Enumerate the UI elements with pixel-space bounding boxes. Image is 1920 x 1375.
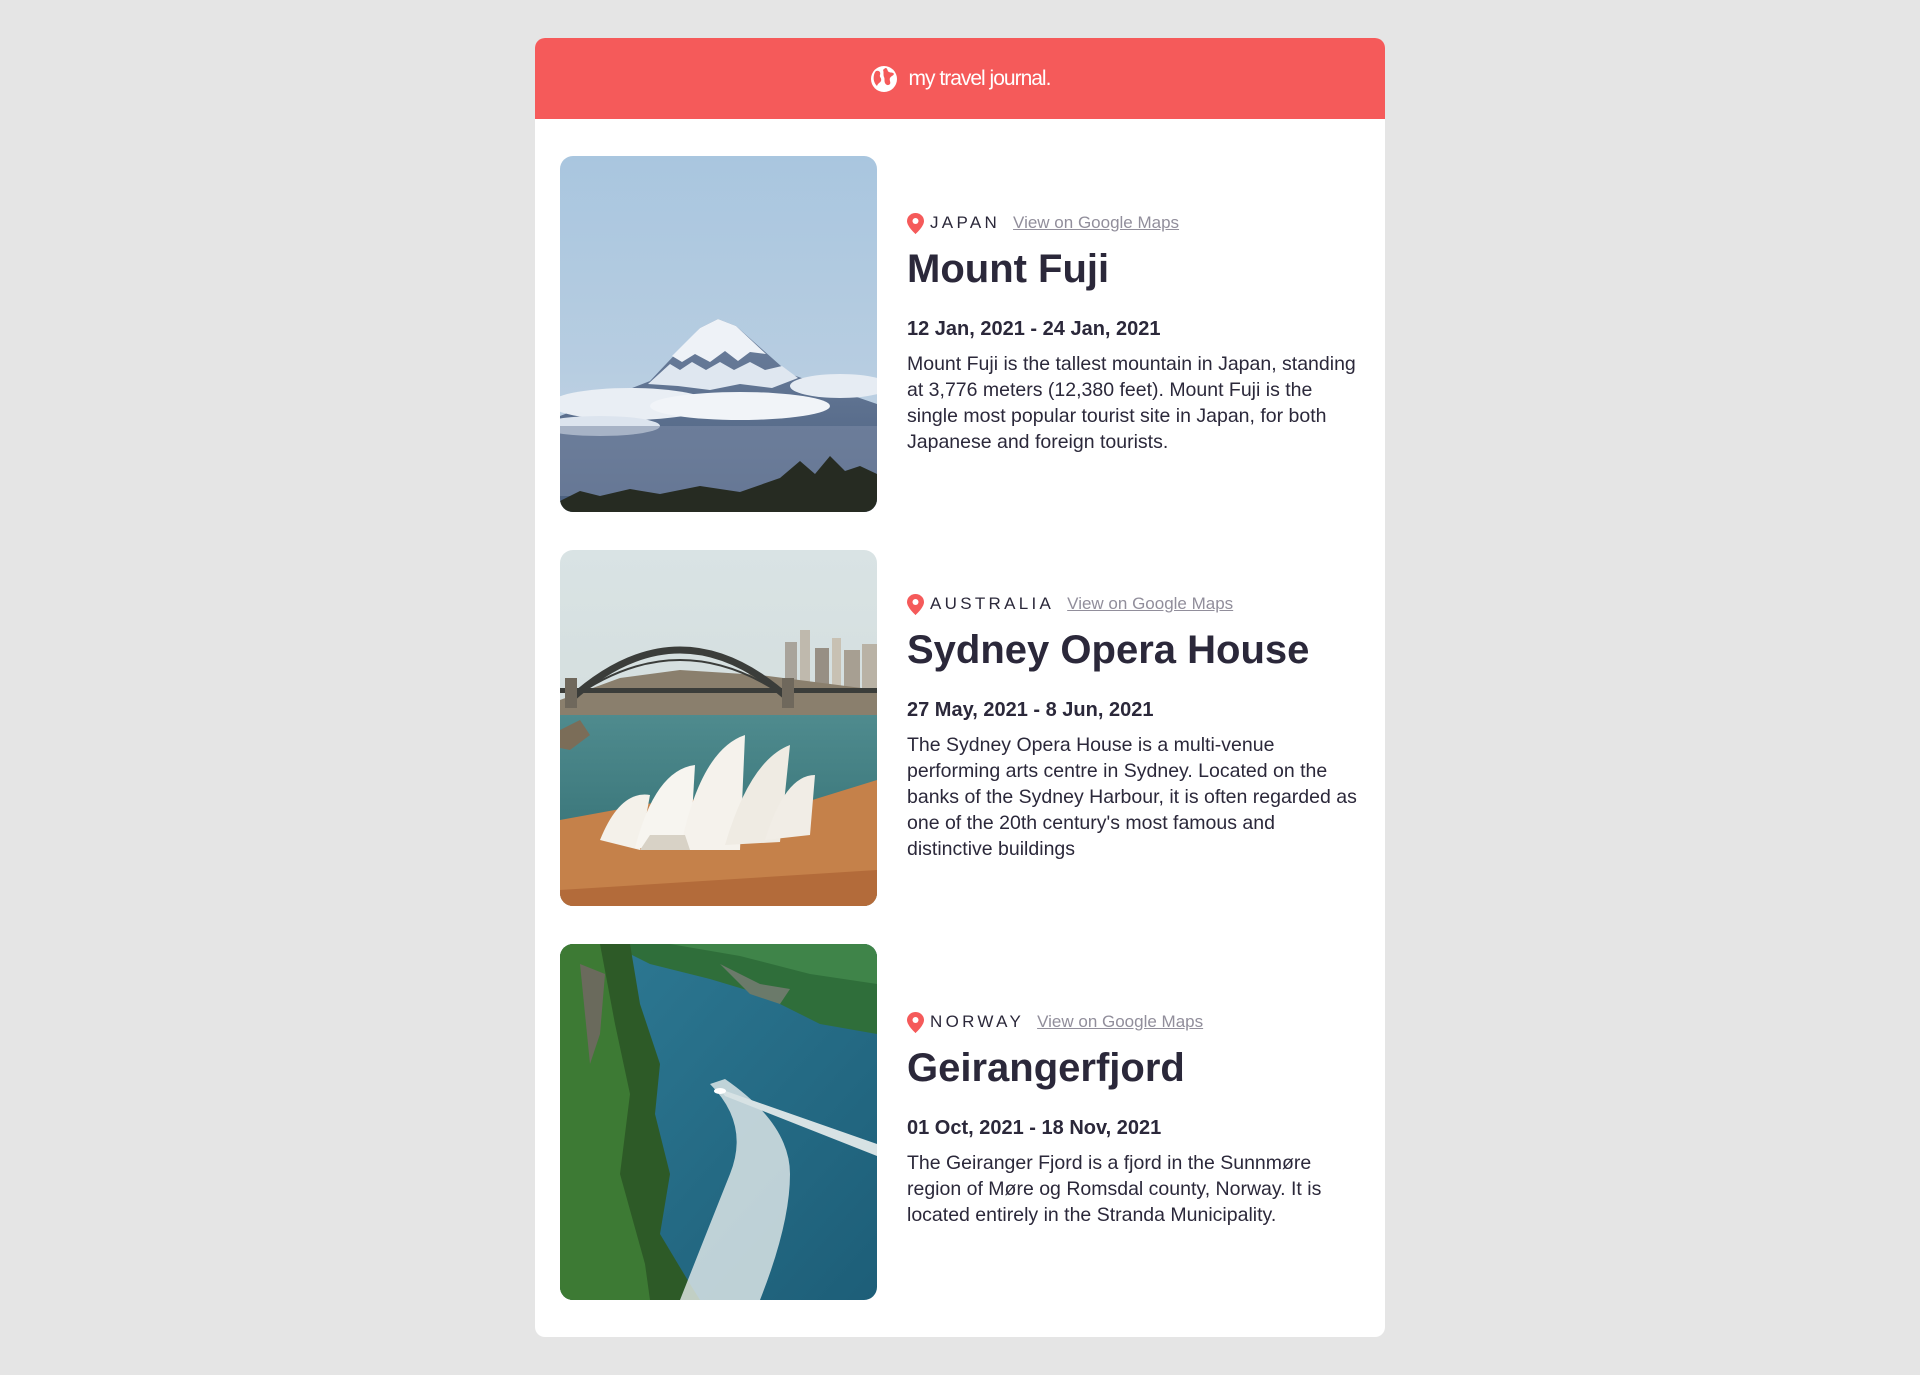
location-pin-icon [907,1011,924,1033]
entry-dates: 27 May, 2021 - 8 Jun, 2021 [907,699,1154,721]
location-row: JAPAN View on Google Maps [907,212,1357,234]
entry-dates: 12 Jan, 2021 - 24 Jan, 2021 [907,318,1161,340]
entry-title: Sydney Opera House [907,628,1310,672]
location-pin-icon [907,593,924,615]
country-label: JAPAN [930,213,1001,232]
entry-description: The Sydney Opera House is a multi-venue … [907,734,1357,860]
google-maps-link[interactable]: View on Google Maps [1067,594,1233,614]
journal-entry-geirangerfjord: NORWAY View on Google Maps Geirangerfjor… [535,944,1385,1337]
travel-journal-card: my travel journal. JAPAN View on Google … [535,38,1385,1337]
entry-info: AUSTRALIA View on Google Maps Sydney Ope… [907,593,1357,862]
google-maps-link[interactable]: View on Google Maps [1037,1012,1203,1032]
journal-entry-mount-fuji: JAPAN View on Google Maps Mount Fuji 12 … [535,156,1385,550]
location-pin-icon [907,212,924,234]
entry-title: Mount Fuji [907,247,1110,291]
entry-photo-geirangerfjord [560,944,877,1300]
globe-icon [870,65,897,92]
country-label: AUSTRALIA [930,594,1055,613]
entry-description: The Geiranger Fjord is a fjord in the Su… [907,1152,1322,1226]
country-label: NORWAY [930,1012,1025,1031]
entry-dates: 01 Oct, 2021 - 18 Nov, 2021 [907,1117,1162,1139]
google-maps-link[interactable]: View on Google Maps [1013,213,1179,233]
location-row: AUSTRALIA View on Google Maps [907,593,1357,615]
entry-description: Mount Fuji is the tallest mountain in Ja… [907,353,1356,453]
app-header: my travel journal. [535,38,1385,119]
entry-info: JAPAN View on Google Maps Mount Fuji 12 … [907,212,1357,455]
location-row: NORWAY View on Google Maps [907,1011,1357,1033]
entry-info: NORWAY View on Google Maps Geirangerfjor… [907,1011,1357,1228]
entry-photo-mount-fuji [560,156,877,512]
journal-entry-sydney-opera-house: AUSTRALIA View on Google Maps Sydney Ope… [535,550,1385,944]
entry-photo-sydney-opera-house [560,550,877,906]
entry-title: Geirangerfjord [907,1046,1185,1090]
brand-title: my travel journal. [908,66,1052,90]
journal-entries: JAPAN View on Google Maps Mount Fuji 12 … [535,119,1385,1337]
